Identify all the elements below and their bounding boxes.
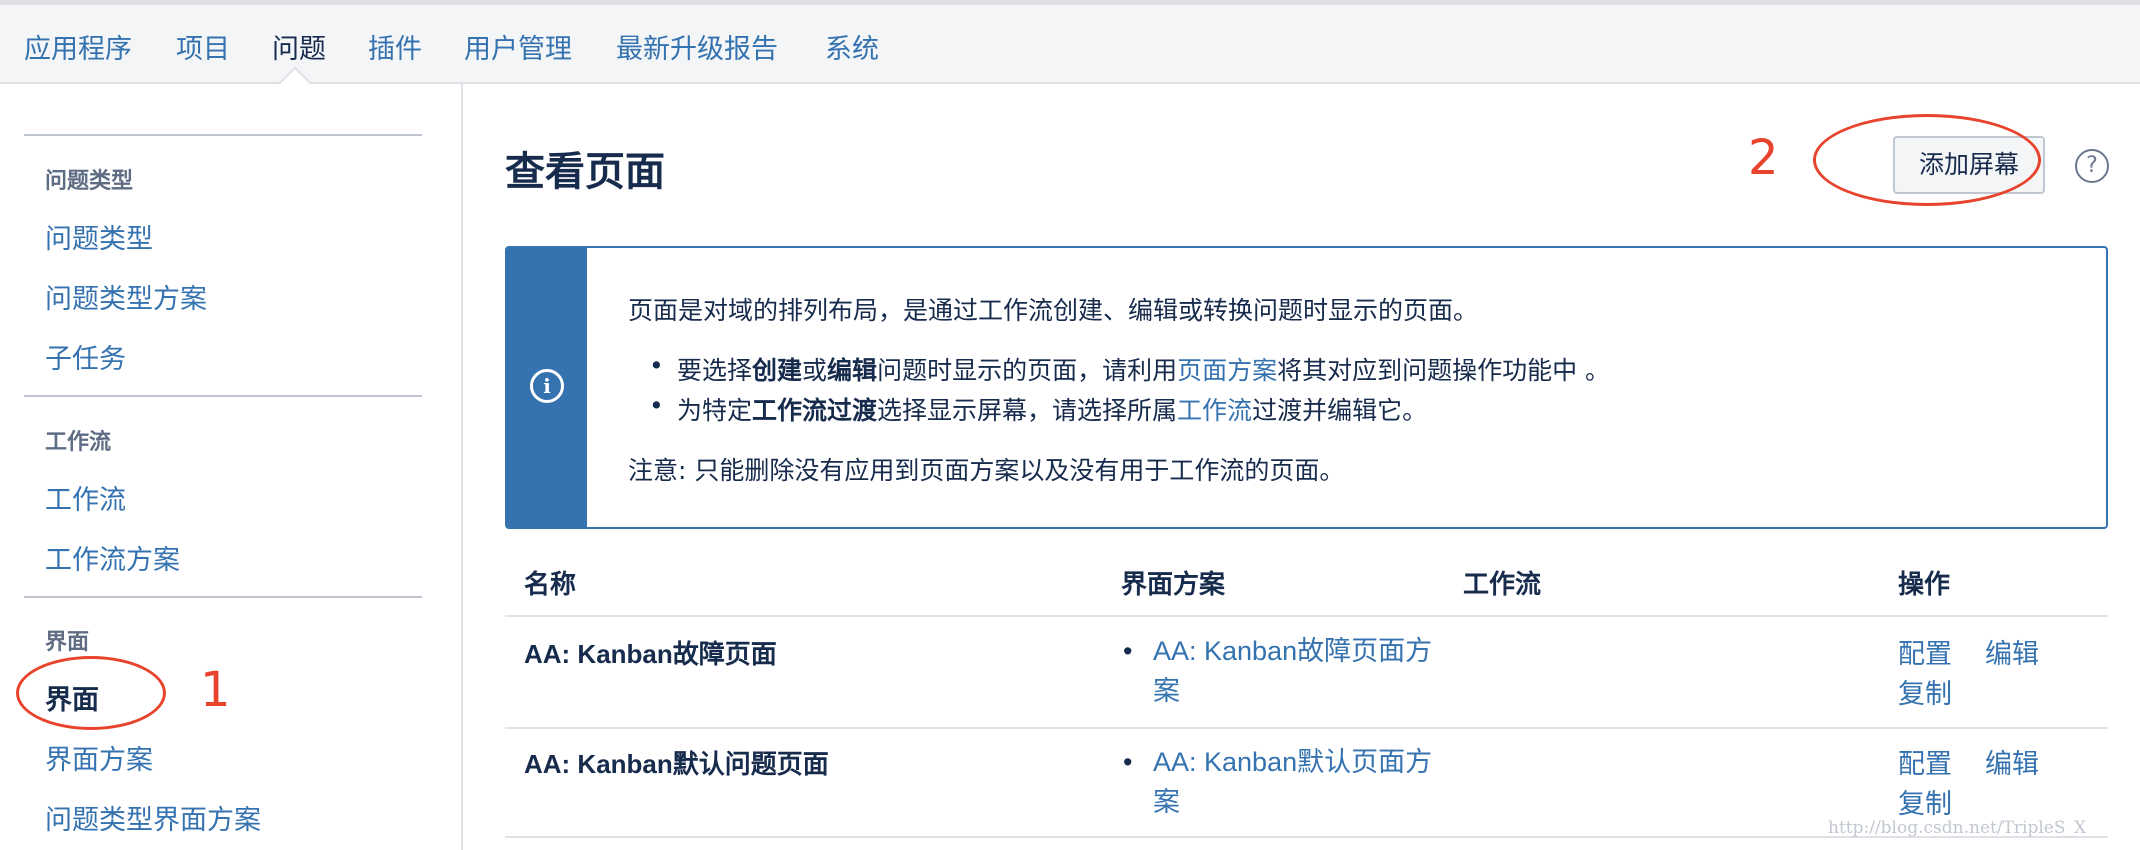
main-content: 查看页面 2 添加屏幕 ? i 页面是对域的排列布局，是通过工作流创建、编辑或转…: [463, 84, 2140, 850]
info-bold: 创建: [752, 356, 803, 385]
info-text: 将其对应到问题操作功能中 。: [1277, 356, 1611, 385]
configure-link[interactable]: 配置: [1898, 742, 1952, 781]
screen-name: AA: Kanban故障页面: [524, 639, 777, 669]
help-icon[interactable]: ?: [2075, 149, 2109, 183]
tab-user-management[interactable]: 用户管理: [464, 27, 572, 66]
info-bar: i: [507, 248, 587, 527]
sidebar-item-subtasks[interactable]: 子任务: [45, 337, 126, 376]
configure-link[interactable]: 配置: [1898, 632, 1952, 671]
tab-system[interactable]: 系统: [825, 27, 879, 66]
tab-issues[interactable]: 问题: [272, 27, 326, 66]
info-icon: i: [530, 369, 564, 403]
tab-apps[interactable]: 应用程序: [24, 27, 132, 66]
sidebar-item-workflow-schemes[interactable]: 工作流方案: [45, 538, 180, 577]
info-bullet: 要选择创建或编辑问题时显示的页面，请利用页面方案将其对应到问题操作功能中 。: [649, 351, 1611, 387]
info-text: 过渡并编辑它。: [1252, 396, 1428, 425]
column-header-name: 名称: [524, 570, 577, 600]
sidebar: 问题类型 问题类型 问题类型方案 子任务 工作流 工作流 工作流方案 界面 界面…: [0, 84, 463, 850]
info-message: i 页面是对域的排列布局，是通过工作流创建、编辑或转换问题时显示的页面。 要选择…: [505, 246, 2108, 529]
info-bullet: 为特定工作流过渡选择显示屏幕，请选择所属工作流过渡并编辑它。: [649, 391, 1428, 427]
watermark: http://blog.csdn.net/TripleS_X: [1828, 818, 2087, 838]
edit-link[interactable]: 编辑: [1985, 632, 2039, 671]
workflows-link[interactable]: 工作流: [1177, 396, 1252, 425]
table-row-divider: [505, 727, 2108, 729]
screen-scheme-link[interactable]: AA: Kanban默认页面方案: [1123, 742, 1433, 822]
info-intro: 页面是对域的排列布局，是通过工作流创建、编辑或转换问题时显示的页面。: [628, 296, 1479, 325]
sidebar-divider: [24, 596, 422, 598]
column-header-workflow: 工作流: [1463, 570, 1542, 600]
sidebar-item-workflows[interactable]: 工作流: [45, 478, 126, 517]
screen-name: AA: Kanban默认问题页面: [524, 749, 829, 779]
annotation-ellipse-2: [1813, 114, 2041, 206]
info-text: 要选择: [677, 356, 753, 385]
annotation-ellipse-1: [16, 656, 166, 730]
info-text: 问题时显示的页面，请利用: [877, 356, 1178, 385]
annotation-number-1: 1: [200, 662, 231, 718]
info-note: 注意: 只能删除没有应用到页面方案以及没有用于工作流的页面。: [628, 456, 1345, 485]
sidebar-item-screen-schemes[interactable]: 界面方案: [45, 738, 153, 777]
copy-link[interactable]: 复制: [1898, 672, 1952, 711]
info-bold: 工作流过渡: [752, 396, 878, 425]
sidebar-heading-workflows: 工作流: [45, 430, 112, 455]
tab-upgrade-report[interactable]: 最新升级报告: [616, 27, 778, 66]
edit-link[interactable]: 编辑: [1985, 742, 2039, 781]
page-title: 查看页面: [505, 149, 665, 195]
sidebar-divider: [24, 395, 422, 397]
table-header-divider: [505, 615, 2108, 617]
info-text: 或: [802, 356, 828, 385]
sidebar-item-issue-type-screen-schemes[interactable]: 问题类型界面方案: [45, 798, 261, 837]
info-text: 选择显示屏幕，请选择所属: [877, 396, 1178, 425]
sidebar-item-issue-type-schemes[interactable]: 问题类型方案: [45, 277, 207, 316]
top-navigation: 应用程序 项目 问题 插件 用户管理 最新升级报告 系统: [0, 0, 2140, 98]
column-header-actions: 操作: [1898, 570, 1951, 600]
copy-link[interactable]: 复制: [1898, 782, 1952, 821]
column-header-screen-scheme: 界面方案: [1121, 570, 1226, 600]
tab-plugins[interactable]: 插件: [368, 27, 422, 66]
annotation-number-2: 2: [1748, 130, 1779, 186]
screen-scheme-link[interactable]: AA: Kanban故障页面方案: [1123, 631, 1433, 711]
sidebar-heading-screens: 界面: [45, 630, 90, 655]
info-bold: 编辑: [827, 356, 878, 385]
screen-schemes-link[interactable]: 页面方案: [1177, 356, 1277, 385]
sidebar-divider: [24, 134, 422, 136]
sidebar-item-issue-types[interactable]: 问题类型: [45, 217, 153, 256]
tab-projects[interactable]: 项目: [176, 27, 230, 66]
sidebar-heading-issue-types: 问题类型: [45, 169, 134, 194]
info-text: 为特定: [677, 396, 753, 425]
